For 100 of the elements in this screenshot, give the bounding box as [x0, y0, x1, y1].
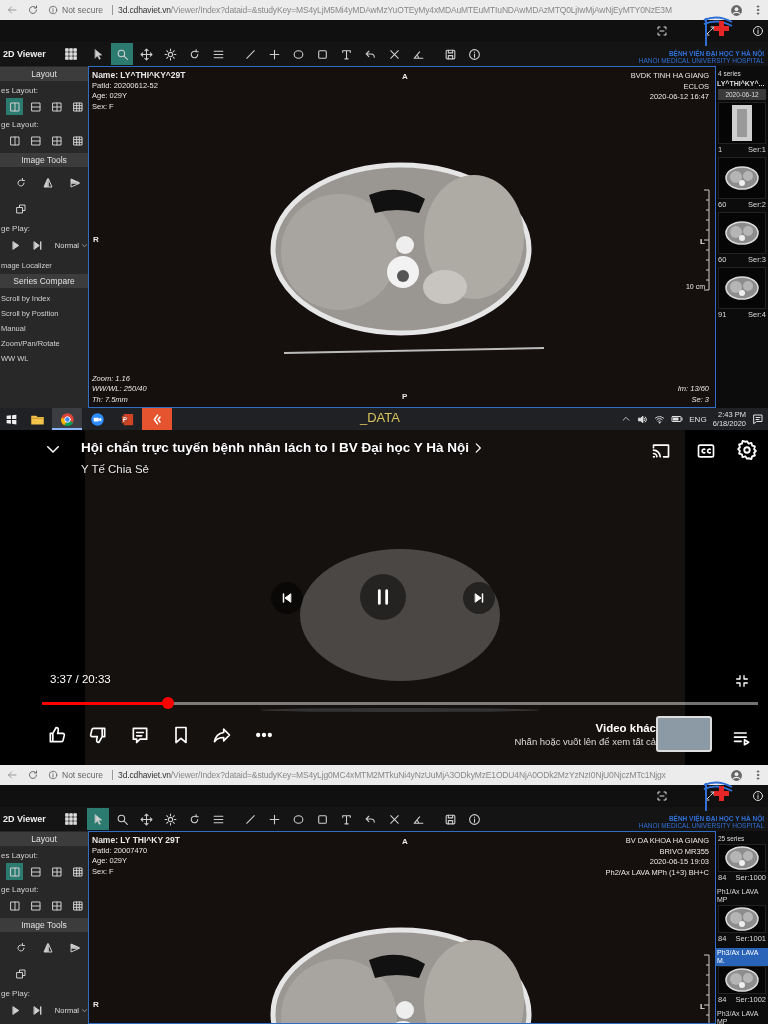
expand-icon[interactable]: [704, 790, 716, 802]
text-tool-icon: [339, 812, 353, 826]
series-thumbnail[interactable]: [718, 212, 766, 254]
text-tool-icon: [339, 47, 353, 61]
play-pause-button[interactable]: [360, 574, 406, 620]
fit-screen-icon[interactable]: [656, 25, 668, 37]
section-header[interactable]: Image Tools: [0, 918, 88, 932]
grid-2x2-layout-icon: [50, 899, 63, 912]
orientation-label: R: [93, 1000, 99, 1009]
grid-2x2-layout-icon: [50, 134, 63, 147]
series-thumbnail[interactable]: [718, 844, 766, 872]
line-tool-icon: [243, 47, 257, 61]
exit-fullscreen-icon[interactable]: [734, 673, 750, 689]
progress-bar[interactable]: [42, 697, 758, 709]
address-field[interactable]: 3d.cdhaviet.vn/Viewer/Index?dataid=&studyKey=MS4yLjg0MC4xMTM2MTkuNi4yNzUuMjA3ODkyMzE1ODU4NjA0ODk2MzYzNzI0NjU0NjczMTc1Njgx: [112, 770, 666, 780]
wifi-icon: [654, 413, 666, 425]
two-rows-layout-icon: [29, 100, 42, 113]
captions-icon[interactable]: [696, 441, 716, 461]
x-mark-icon: [387, 812, 401, 826]
battery-icon: [671, 413, 684, 425]
two-rows-layout-icon: [29, 134, 42, 147]
reload-icon: [27, 769, 39, 781]
rectangle-icon: [315, 812, 329, 826]
two-columns-layout-icon: [8, 865, 21, 878]
grid-3x3-layout-icon: [71, 865, 84, 878]
language-indicator[interactable]: ENG: [689, 414, 707, 424]
previous-button[interactable]: [271, 582, 303, 614]
prev-icon: [281, 592, 293, 604]
fit-screen-icon[interactable]: [656, 790, 668, 802]
window-caption: _DATA: [360, 410, 400, 425]
orientation-label: A: [402, 72, 408, 81]
grid-icon[interactable]: [64, 47, 78, 61]
play-icon: [10, 240, 22, 251]
layers-icon: [14, 967, 27, 980]
flip-vertical-icon: [68, 176, 81, 189]
settings-icon[interactable]: [736, 439, 758, 461]
rotate-icon: [14, 941, 27, 954]
video-thumbnail[interactable]: [656, 716, 712, 752]
move-arrows-icon: [139, 47, 153, 61]
save-icon: [443, 47, 457, 61]
back-arrow-icon: [6, 4, 18, 16]
magnifier-icon: [115, 812, 129, 826]
video-title[interactable]: Hội chẩn trực tuyến bệnh nhân lách to I BV Đại học Y Hà Nội: [81, 440, 470, 455]
security-status[interactable]: Not secure: [48, 5, 104, 15]
back-arrow-icon: [6, 769, 18, 781]
grid-3x3-layout-icon: [71, 100, 84, 113]
series-thumbnail[interactable]: [718, 157, 766, 199]
windows-logo-icon: [4, 412, 18, 426]
axial-slice-drawing: [724, 220, 760, 246]
address-field[interactable]: 3d.cdhaviet.vn/Viewer/Index?dataid=&studyKey=MS4yLjM5Mi4yMDAwMzYuOTEyMy4xMDAuMTEuMTIuNDAwMDAzMTQ0LjIwMjAwNjEyMTY0NzE3M: [112, 5, 672, 15]
camera-icon: [89, 411, 105, 427]
like-icon[interactable]: [47, 725, 67, 745]
profile-avatar-icon: [730, 3, 743, 17]
section-header[interactable]: Layout: [0, 832, 88, 846]
grid-2x2-layout-icon: [50, 100, 63, 113]
grid-icon[interactable]: [64, 812, 78, 826]
chevron-down-icon: [81, 242, 88, 249]
section-header[interactable]: Layout: [0, 67, 88, 81]
series-thumbnail[interactable]: [718, 267, 766, 309]
cast-icon[interactable]: [651, 441, 671, 461]
security-status[interactable]: Not secure: [48, 770, 104, 780]
next-button[interactable]: [463, 582, 495, 614]
share-icon[interactable]: [212, 725, 233, 745]
flip-vertical-icon: [68, 941, 81, 954]
info-icon: [48, 5, 58, 15]
move-arrows-icon: [139, 812, 153, 826]
series-thumbnail[interactable]: [718, 905, 766, 933]
overlay-text: Name: LY THI^KY 29T: [92, 835, 180, 846]
two-rows-layout-icon: [29, 865, 42, 878]
ellipse-icon: [291, 812, 305, 826]
field-label: ge Play:: [0, 988, 31, 1000]
field-label: es Layout:: [0, 85, 39, 97]
series-thumbnail[interactable]: [718, 966, 766, 994]
app-title: 2D Viewer: [2, 814, 47, 824]
skip-next-icon: [32, 240, 44, 251]
rectangle-icon: [315, 47, 329, 61]
channel-name[interactable]: Y Tế Chia Sẻ: [81, 463, 149, 475]
taskbar-app-button[interactable]: [52, 408, 82, 430]
more-videos-title[interactable]: Video khác: [595, 722, 656, 734]
section-header[interactable]: Series Compare: [0, 274, 88, 288]
series-thumbnail[interactable]: [718, 102, 766, 144]
axial-slice-drawing: [724, 967, 760, 993]
x-mark-icon: [387, 47, 401, 61]
time-display: 3:37 / 20:33: [50, 673, 111, 685]
orientation-label: A: [402, 837, 408, 846]
field-label: es Layout:: [0, 850, 39, 862]
info-icon[interactable]: [752, 25, 764, 37]
section-header[interactable]: Image Tools: [0, 153, 88, 167]
grid-2x2-layout-icon: [50, 865, 63, 878]
info-icon[interactable]: [752, 790, 764, 802]
expand-icon[interactable]: [704, 25, 716, 37]
two-rows-layout-icon: [29, 899, 42, 912]
orientation-label: R: [93, 235, 99, 244]
line-tool-icon: [243, 812, 257, 826]
orientation-label: L: [700, 237, 705, 246]
ellipse-icon: [291, 47, 305, 61]
dislike-icon[interactable]: [88, 725, 109, 745]
profile-avatar-icon: [730, 768, 743, 782]
sun-icon: [163, 812, 177, 826]
save-icon: [443, 812, 457, 826]
